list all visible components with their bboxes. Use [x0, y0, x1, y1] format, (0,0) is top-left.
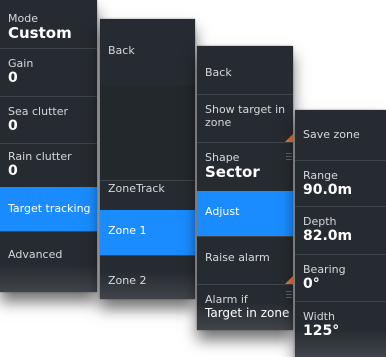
- zone1-label: Zone 1: [108, 224, 147, 237]
- rain-clutter-item[interactable]: Rain clutter 0: [0, 143, 97, 187]
- rain-clutter-value: 0: [8, 163, 18, 179]
- adjust-zone-panel: Save zone Range 90.0m Depth 82.0m Bearin…: [295, 110, 386, 357]
- target-tracking-item[interactable]: Target tracking: [0, 187, 97, 231]
- raise-alarm-item[interactable]: Raise alarm: [197, 236, 293, 284]
- submenu-indicator-icon-2: [285, 276, 293, 284]
- drag-grip-icon: [286, 153, 292, 162]
- zonetrack-label: ZoneTrack: [108, 182, 165, 195]
- save-zone-item[interactable]: Save zone: [295, 110, 386, 160]
- sea-clutter-label: Sea clutter: [8, 105, 68, 118]
- sea-clutter-item[interactable]: Sea clutter 0: [0, 96, 97, 143]
- bearing-item[interactable]: Bearing 0°: [295, 254, 386, 301]
- range-item[interactable]: Range 90.0m: [295, 160, 386, 206]
- raise-alarm-label: Raise alarm: [205, 251, 270, 264]
- bearing-label: Bearing: [303, 263, 346, 276]
- alarm-if-item[interactable]: Alarm if Target in zone: [197, 284, 293, 330]
- mode-item[interactable]: Mode Custom: [0, 0, 97, 48]
- drag-grip-icon-2: [286, 291, 292, 300]
- zonetrack-item[interactable]: ZoneTrack: [100, 180, 195, 213]
- menu-stage: Mode Custom Gain 0 Sea clutter 0 Rain cl…: [0, 0, 386, 357]
- save-zone-label: Save zone: [303, 128, 360, 141]
- radar-settings-panel: Mode Custom Gain 0 Sea clutter 0 Rain cl…: [0, 0, 97, 292]
- width-label: Width: [303, 310, 335, 323]
- depth-item[interactable]: Depth 82.0m: [295, 206, 386, 254]
- target-tracking-label: Target tracking: [8, 202, 91, 215]
- advanced-item[interactable]: Advanced: [0, 231, 97, 292]
- mode-value: Custom: [8, 24, 72, 42]
- zone-settings-panel: Back Show target in zone Shape Sector Ad…: [197, 46, 293, 330]
- sea-clutter-value: 0: [8, 118, 18, 134]
- back-label-2: Back: [205, 66, 232, 79]
- zonetrack-panel: Back ZoneTrack Zone 1 Zone 2: [100, 19, 195, 299]
- range-value: 90.0m: [303, 182, 353, 198]
- advanced-label: Advanced: [8, 248, 63, 261]
- back-label: Back: [108, 44, 135, 57]
- depth-label: Depth: [303, 215, 337, 228]
- bearing-value: 0°: [303, 276, 320, 292]
- gain-item[interactable]: Gain 0: [0, 48, 97, 96]
- zone2-item[interactable]: Zone 2: [100, 255, 195, 299]
- back-item-2[interactable]: Back: [197, 46, 293, 94]
- shape-item[interactable]: Shape Sector: [197, 142, 293, 191]
- empty-list-area: [100, 85, 195, 180]
- width-value: 125°: [303, 323, 340, 339]
- rain-clutter-label: Rain clutter: [8, 150, 72, 163]
- show-target-label-1: Show target in: [205, 103, 286, 116]
- back-item[interactable]: Back: [100, 19, 195, 85]
- shape-value: Sector: [205, 163, 260, 181]
- gain-value: 0: [8, 70, 18, 86]
- alarm-if-value: Target in zone: [205, 306, 290, 320]
- zone1-item[interactable]: Zone 1: [100, 210, 195, 255]
- show-target-item[interactable]: Show target in zone: [197, 94, 293, 142]
- adjust-item[interactable]: Adjust: [197, 191, 293, 236]
- submenu-indicator-icon: [285, 134, 293, 142]
- adjust-label: Adjust: [205, 205, 240, 218]
- range-label: Range: [303, 169, 338, 182]
- alarm-if-label: Alarm if: [205, 293, 248, 306]
- width-item[interactable]: Width 125°: [295, 301, 386, 357]
- show-target-label-2: zone: [205, 116, 232, 129]
- gain-label: Gain: [8, 57, 34, 70]
- zone2-label: Zone 2: [108, 274, 147, 287]
- depth-value: 82.0m: [303, 228, 353, 244]
